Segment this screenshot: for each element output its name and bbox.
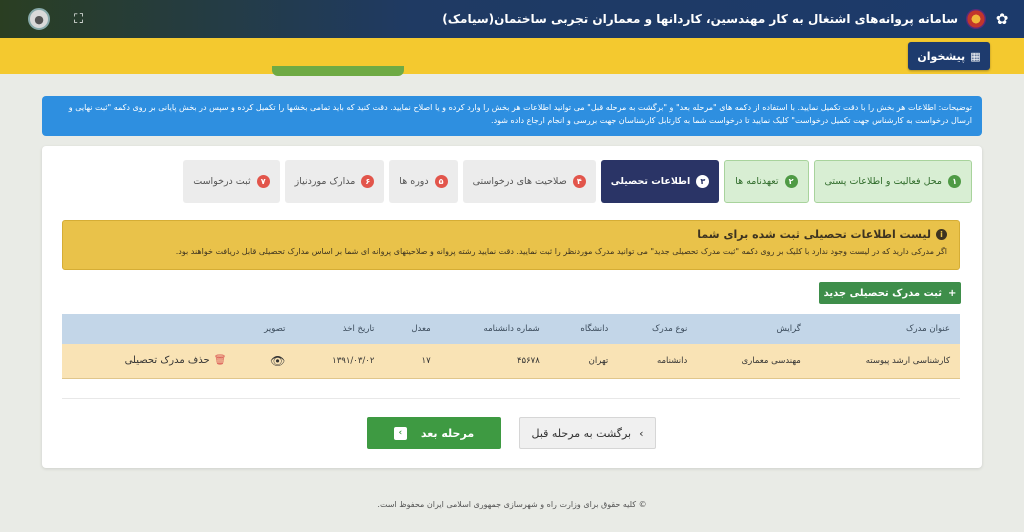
dashboard-label: پیشخوان [917,49,966,63]
step-postal-info[interactable]: ۱ محل فعالیت و اطلاعات پستی [813,160,972,203]
step-documents[interactable]: ۶ مدارک موردنیاز [284,160,385,203]
cell-actions: 🗑 حذف مدرک تحصیلی [62,344,236,378]
table-row: کارشناسی ارشد پیوسته مهندسی معماری دانشن… [62,344,960,378]
col-university: دانشگاه [580,324,609,334]
siamak-logo-icon [966,9,986,29]
step-label: محل فعالیت و اطلاعات پستی [824,176,942,187]
instructions-notice: توضیحات: اطلاعات هر بخش را با دقت تکمیل … [42,96,982,136]
notice-text: توضیحات: اطلاعات هر بخش را با دقت تکمیل … [68,103,972,125]
education-alert: i لیست اطلاعات تحصیلی ثبت شده برای شما ا… [62,220,960,270]
iran-emblem-icon: ✿ [995,10,1009,28]
chevron-left-icon: ‹ [393,426,407,440]
alert-title: i لیست اطلاعات تحصیلی ثبت شده برای شما [75,228,947,241]
col-title: عنوان مدرک [905,324,950,334]
table-header-row: عنوان مدرک گرایش نوع مدرک دانشگاه شماره … [62,314,960,344]
app-title: سامانه پروانه‌های اشتغال به کار مهندسین،… [442,12,958,26]
expand-icon[interactable]: ⛶ [74,12,83,27]
col-type: نوع مدرک [652,324,688,334]
step-courses[interactable]: ۵ دوره ها [389,160,458,203]
chevron-right-icon: › [639,426,644,440]
step-label: صلاحیت های درخواستی [472,176,567,187]
step-number: ۲ [784,175,798,188]
step-label: دوره ها [399,176,429,187]
prev-label: برگشت به مرحله قبل [531,426,632,440]
delete-label: حذف مدرک تحصیلی [124,355,210,367]
step-label: تعهدنامه ها [735,176,779,187]
plus-icon: + [948,287,957,299]
cell-field: مهندسی معماری [741,355,801,366]
step-number: ۱ [948,175,961,188]
step-label: اطلاعات تحصیلی [610,176,691,187]
add-degree-label: ثبت مدرک تحصیلی جدید [823,287,943,299]
wizard-steps: ۱ محل فعالیت و اطلاعات پستی ۲ تعهدنامه ه… [183,160,972,203]
dashboard-button[interactable]: ▦ پیشخوان [908,42,990,70]
cell-university: تهران [588,355,609,366]
user-avatar-icon[interactable]: ● [28,8,50,30]
eye-icon[interactable]: 👁 [270,354,285,368]
trash-icon: 🗑 [213,355,227,367]
info-icon: i [936,229,947,240]
step-submit[interactable]: ۷ ثبت درخواست [183,160,280,203]
add-degree-button[interactable]: + ثبت مدرک تحصیلی جدید [819,282,961,304]
next-label: مرحله بعد [420,426,475,440]
step-number: ۵ [434,175,448,188]
cell-date: ۱۳۹۱/۰۳/۰۲ [332,355,375,366]
step-number: ۶ [361,175,375,188]
step-competencies[interactable]: ۴ صلاحیت های درخواستی [462,160,596,203]
divider [62,398,960,399]
alert-text: اگر مدرکی دارید که در لیست وجود ندارد با… [175,247,947,256]
step-number: ۷ [256,175,270,188]
alert-title-text: لیست اطلاعات تحصیلی ثبت شده برای شما [697,228,931,241]
step-number: ۴ [572,175,586,188]
step-commitments[interactable]: ۲ تعهدنامه ها [724,160,809,203]
cell-gpa: ۱۷ [421,355,431,366]
degrees-table: عنوان مدرک گرایش نوع مدرک دانشگاه شماره … [62,314,960,379]
main-card: ۱ محل فعالیت و اطلاعات پستی ۲ تعهدنامه ه… [42,146,982,468]
cell-type: دانشنامه [656,355,688,366]
prev-step-button[interactable]: › برگشت به مرحله قبل [519,417,656,449]
col-field: گرایش [776,324,801,334]
header-actions: ● ⛶ [28,8,83,30]
col-image: تصویر [264,324,286,334]
step-education[interactable]: ۳ اطلاعات تحصیلی [600,160,720,203]
col-actions [62,314,236,344]
cell-title: کارشناسی ارشد پیوسته [865,355,950,366]
grid-icon: ▦ [970,49,981,63]
collapsed-tab [272,66,404,76]
footer-copyright: © کلیه حقوق برای وزارت راه و شهرسازی جمه… [377,500,647,509]
step-number: ۳ [696,175,710,188]
delete-degree-button[interactable]: 🗑 حذف مدرک تحصیلی [125,355,227,366]
next-step-button[interactable]: ‹ مرحله بعد [367,417,501,449]
cell-image: 👁 [236,344,295,378]
step-label: مدارک موردنیاز [294,176,356,187]
col-date: تاریخ اخذ [342,324,375,334]
step-label: ثبت درخواست [193,176,251,187]
col-number: شماره دانشنامه [483,324,540,334]
yellow-band [0,38,1024,74]
col-gpa: معدل [411,324,431,334]
cell-number: ۴۵۶۷۸ [516,355,540,366]
top-header: ✿ سامانه پروانه‌های اشتغال به کار مهندسی… [0,0,1024,38]
